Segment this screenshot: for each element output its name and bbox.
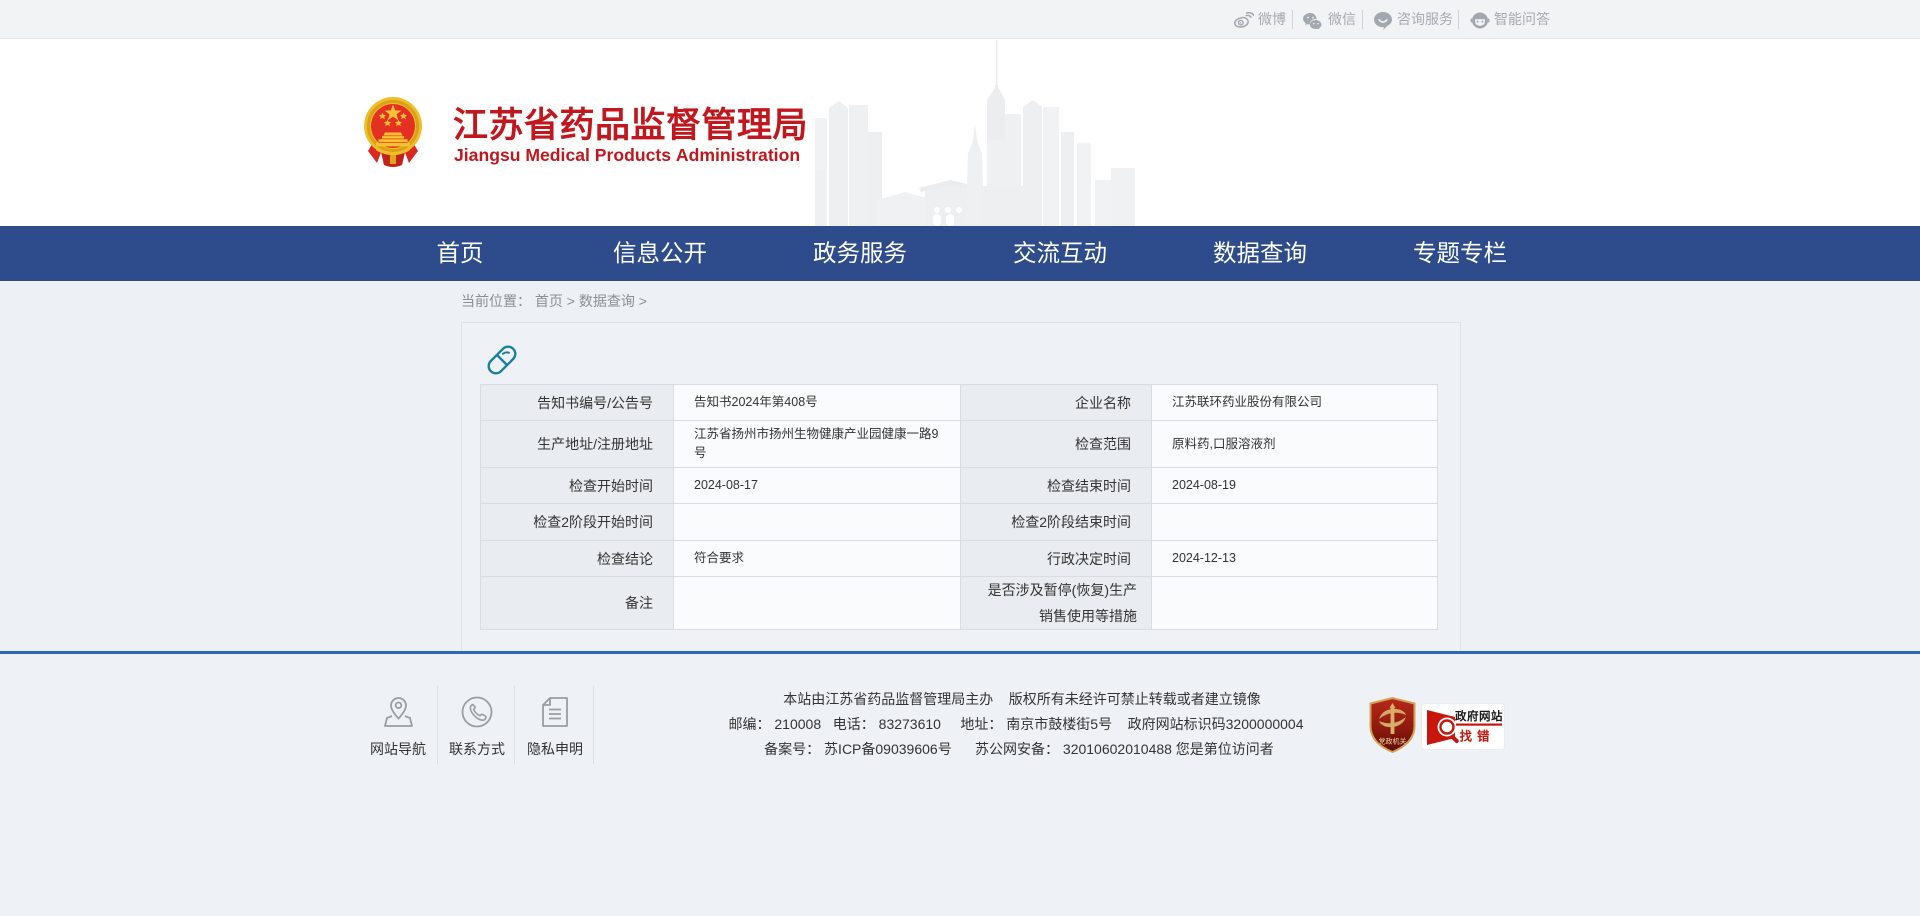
svg-text:政府网站: 政府网站 (1455, 709, 1503, 723)
svg-text:党政机关: 党政机关 (1379, 737, 1407, 746)
svg-text:找错: 找错 (1459, 729, 1494, 744)
